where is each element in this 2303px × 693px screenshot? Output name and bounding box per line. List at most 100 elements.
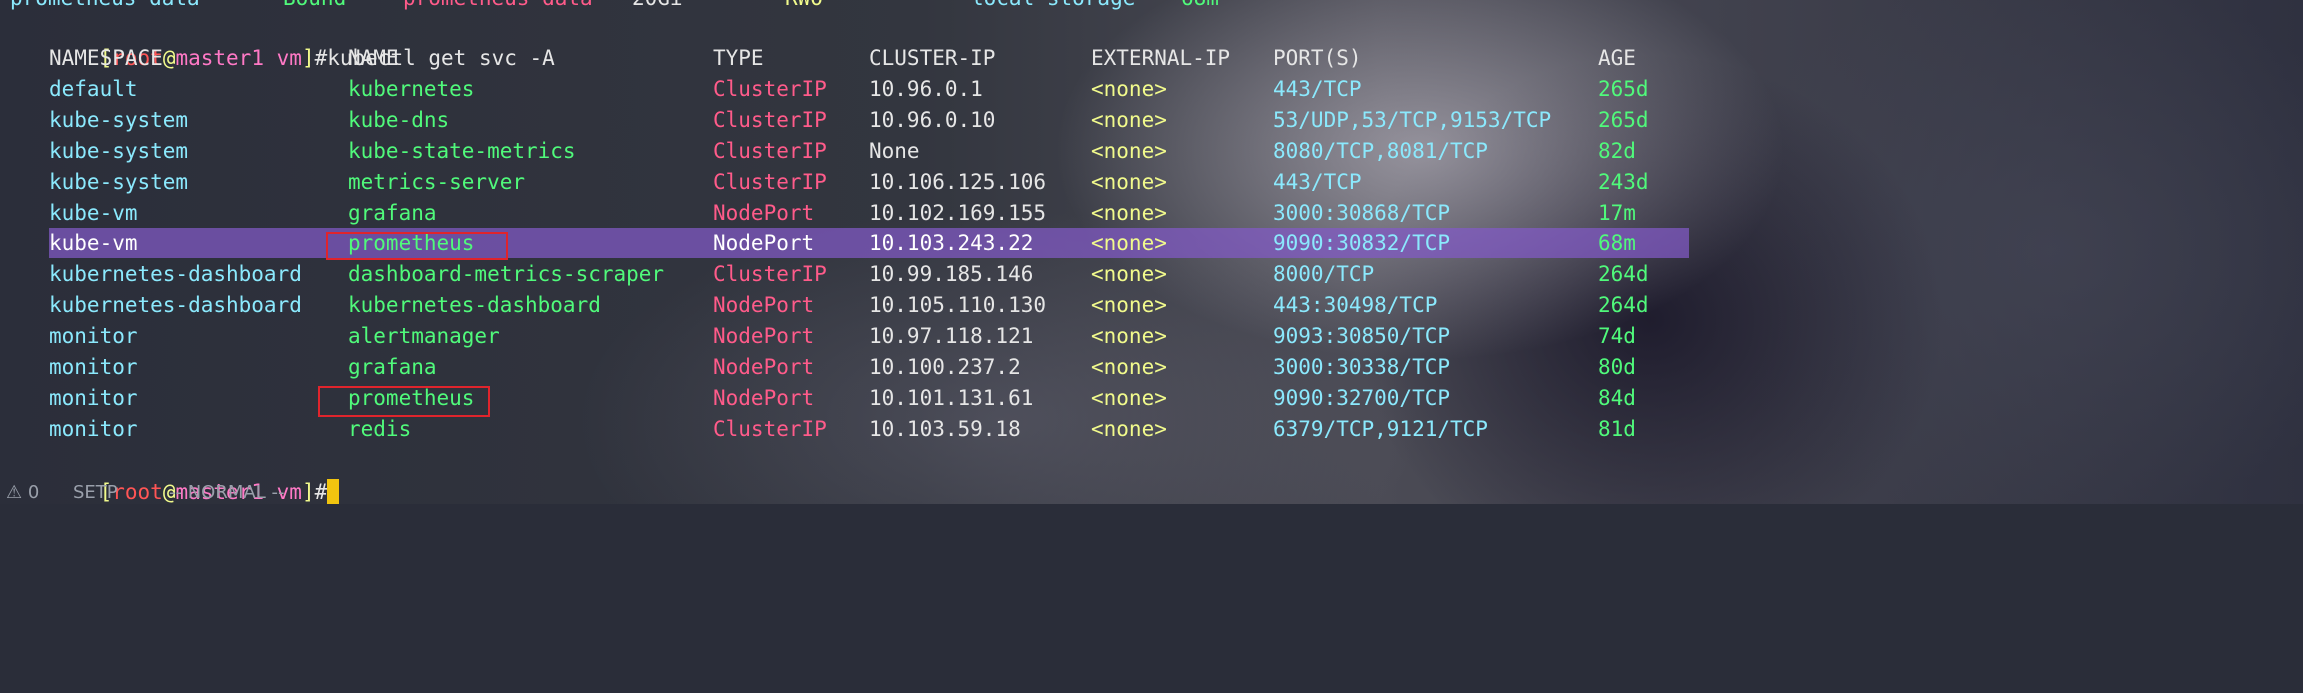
cell-ports: 8080/TCP,8081/TCP [1273, 139, 1488, 163]
cell-name: metrics-server [348, 170, 526, 194]
cell-type: ClusterIP [713, 108, 827, 132]
cell-name: grafana [348, 355, 437, 379]
table-row: kubernetes-dashboard dashboard-metrics-s… [0, 259, 2303, 290]
pvc-storageclass: local-storage [971, 0, 1135, 10]
cell-name: dashboard-metrics-scraper [348, 262, 665, 286]
cell-ports: 3000:30338/TCP [1273, 355, 1451, 379]
cell-cluster-ip: 10.96.0.10 [869, 108, 996, 132]
cell-cluster-ip: 10.97.118.121 [869, 324, 1034, 348]
cell-type: ClusterIP [713, 77, 827, 101]
cell-external-ip: <none> [1091, 77, 1167, 101]
cell-external-ip: <none> [1091, 170, 1167, 194]
cell-external-ip: <none> [1091, 262, 1167, 286]
header-cluster-ip: CLUSTER-IP [869, 46, 996, 70]
cell-external-ip: <none> [1091, 231, 1167, 255]
table-row: monitor alertmanager NodePort 10.97.118.… [0, 321, 2303, 352]
cell-type: NodePort [713, 201, 815, 225]
terminal-window[interactable]: prometheus-data Bound prometheus-data 20… [0, 0, 2303, 504]
cell-ports: 9090:30832/TCP [1273, 231, 1451, 255]
pvc-capacity: 20Gi [632, 0, 683, 10]
command-prompt-line: [root@master1 vm]#kubectl get svc -A [0, 12, 2303, 70]
cell-age: 68m [1598, 231, 1636, 255]
cell-type: NodePort [713, 293, 815, 317]
cell-ports: 9093:30850/TCP [1273, 324, 1451, 348]
cell-type: ClusterIP [713, 417, 827, 441]
cell-name: kubernetes-dashboard [348, 293, 601, 317]
pvc-access: RWO [785, 0, 823, 10]
table-row: kube-system kube-dns ClusterIP 10.96.0.1… [0, 105, 2303, 136]
cell-ports: 443/TCP [1273, 77, 1362, 101]
cell-cluster-ip: 10.103.243.22 [869, 231, 1034, 255]
cell-type: ClusterIP [713, 170, 827, 194]
cell-name: kube-dns [348, 108, 450, 132]
cell-type: ClusterIP [713, 262, 827, 286]
cell-name: alertmanager [348, 324, 500, 348]
cell-name: kubernetes [348, 77, 475, 101]
cell-age: 243d [1598, 170, 1649, 194]
cell-age: 81d [1598, 417, 1636, 441]
cell-namespace: monitor [49, 386, 138, 410]
cell-age: 264d [1598, 262, 1649, 286]
table-row: kube-system kube-state-metrics ClusterIP… [0, 136, 2303, 167]
command-prompt-line[interactable]: [root@master1 vm]# [0, 446, 2303, 504]
cell-cluster-ip: 10.102.169.155 [869, 201, 1047, 225]
cell-namespace: monitor [49, 324, 138, 348]
table-row: kubernetes-dashboard kubernetes-dashboar… [0, 290, 2303, 321]
cell-external-ip: <none> [1091, 355, 1167, 379]
header-name: NAME [348, 46, 399, 70]
cell-external-ip: <none> [1091, 139, 1167, 163]
cell-cluster-ip: 10.96.0.1 [869, 77, 983, 101]
cell-cluster-ip: 10.103.59.18 [869, 417, 1021, 441]
pvc-name: prometheus-data [10, 0, 200, 10]
cell-namespace: kubernetes-dashboard [49, 293, 302, 317]
cell-age: 264d [1598, 293, 1649, 317]
cell-ports: 8000/TCP [1273, 262, 1375, 286]
cell-external-ip: <none> [1091, 417, 1167, 441]
pvc-status: Bound [283, 0, 346, 10]
cell-namespace: monitor [49, 355, 138, 379]
cell-age: 84d [1598, 386, 1636, 410]
status-bar: ⚠ 0 SETP -- NORMAL -- [0, 482, 2303, 504]
cell-name: kube-state-metrics [348, 139, 576, 163]
pvc-volume: prometheus-data [403, 0, 593, 10]
cell-cluster-ip: 10.100.237.2 [869, 355, 1021, 379]
cell-name: redis [348, 417, 412, 441]
cell-cluster-ip: None [869, 139, 920, 163]
table-row: kube-system metrics-server ClusterIP 10.… [0, 167, 2303, 198]
cell-type: ClusterIP [713, 139, 827, 163]
cell-cluster-ip: 10.101.131.61 [869, 386, 1034, 410]
cell-name: grafana [348, 201, 437, 225]
cell-ports: 6379/TCP,9121/TCP [1273, 417, 1488, 441]
cell-type: NodePort [713, 386, 815, 410]
status-item: SETP [73, 482, 118, 503]
cell-ports: 443:30498/TCP [1273, 293, 1438, 317]
cell-age: 265d [1598, 108, 1649, 132]
cell-age: 17m [1598, 201, 1636, 225]
cell-external-ip: <none> [1091, 201, 1167, 225]
table-header: NAMESPACE NAME TYPE CLUSTER-IP EXTERNAL-… [0, 43, 2303, 74]
cell-ports: 3000:30868/TCP [1273, 201, 1451, 225]
cell-external-ip: <none> [1091, 386, 1167, 410]
header-external-ip: EXTERNAL-IP [1091, 46, 1231, 70]
pvc-age: 68m [1181, 0, 1219, 10]
cell-cluster-ip: 10.99.185.146 [869, 262, 1034, 286]
cell-namespace: kube-system [49, 170, 189, 194]
cell-namespace: kube-vm [49, 201, 138, 225]
cell-type: NodePort [713, 355, 815, 379]
cell-ports: 443/TCP [1273, 170, 1362, 194]
header-type: TYPE [713, 46, 764, 70]
warning-count: ⚠ 0 [6, 482, 40, 503]
cell-external-ip: <none> [1091, 324, 1167, 348]
table-row: monitor grafana NodePort 10.100.237.2 <n… [0, 352, 2303, 383]
cell-age: 74d [1598, 324, 1636, 348]
cell-namespace: kube-vm [49, 231, 138, 255]
cell-cluster-ip: 10.105.110.130 [869, 293, 1047, 317]
cell-namespace: default [49, 77, 138, 101]
header-ports: PORT(S) [1273, 46, 1362, 70]
cell-ports: 53/UDP,53/TCP,9153/TCP [1273, 108, 1552, 132]
header-age: AGE [1598, 46, 1636, 70]
cell-type: NodePort [713, 324, 815, 348]
table-row: monitor redis ClusterIP 10.103.59.18 <no… [0, 414, 2303, 445]
header-namespace: NAMESPACE [49, 46, 163, 70]
cell-external-ip: <none> [1091, 293, 1167, 317]
